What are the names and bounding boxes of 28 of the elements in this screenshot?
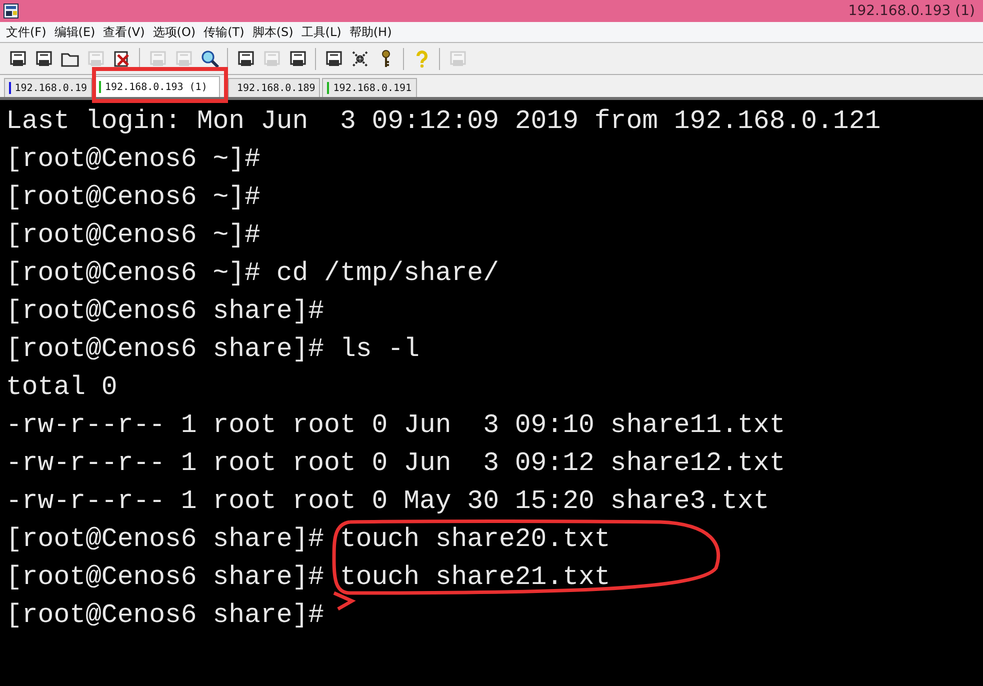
terminal-line: [root@Cenos6 share]# touch share20.txt (6, 523, 612, 556)
menu-item[interactable]: 脚本(S) (252, 24, 294, 40)
menu-item[interactable]: 文件(F) (6, 24, 46, 40)
terminal-line: [root@Cenos6 ~]# (6, 143, 262, 176)
menu-item[interactable]: 选项(O) (152, 24, 196, 40)
terminal-line: [root@Cenos6 share]# ls -l (6, 333, 420, 366)
session-tab[interactable]: 192.168.0.191 (322, 78, 417, 97)
terminal-line: -rw-r--r-- 1 root root 0 Jun 3 09:12 share12.txt (6, 447, 786, 480)
session-tab[interactable]: 192.168.0.193 (1) (94, 76, 220, 97)
session-tab[interactable]: 192.168.0.19 (4, 78, 92, 97)
terminal-line: Last login: Mon Jun 3 09:12:09 2019 from 192.168.0.121 (6, 105, 882, 138)
terminal-line: [root@Cenos6 share]# (6, 599, 326, 632)
window-title: 192.168.0.193 (1) (848, 3, 975, 19)
terminal-line: -rw-r--r-- 1 root root 0 Jun 3 09:10 share11.txt (6, 409, 786, 442)
terminal-line: -rw-r--r-- 1 root root 0 May 30 15:20 share3.txt (6, 485, 770, 518)
terminal-line: [root@Cenos6 share]# touch share21.txt (6, 561, 612, 594)
menu-item[interactable]: 传输(T) (204, 24, 244, 40)
menu-item[interactable]: 查看(V) (103, 24, 145, 40)
menu-item[interactable]: 工具(L) (301, 24, 342, 40)
terminal-line: [root@Cenos6 ~]# (6, 219, 262, 252)
terminal-line: total 0 (6, 371, 118, 404)
terminal-line: [root@Cenos6 ~]# cd /tmp/share/ (6, 257, 500, 290)
app-icon (3, 3, 19, 19)
menu-item[interactable]: 编辑(E) (54, 24, 96, 40)
session-tab[interactable]: 192.168.0.189 (228, 78, 320, 97)
terminal-line: [root@Cenos6 share]# (6, 295, 326, 328)
terminal-line: [root@Cenos6 ~]# (6, 181, 262, 214)
menu-item[interactable]: 帮助(H) (349, 24, 392, 40)
